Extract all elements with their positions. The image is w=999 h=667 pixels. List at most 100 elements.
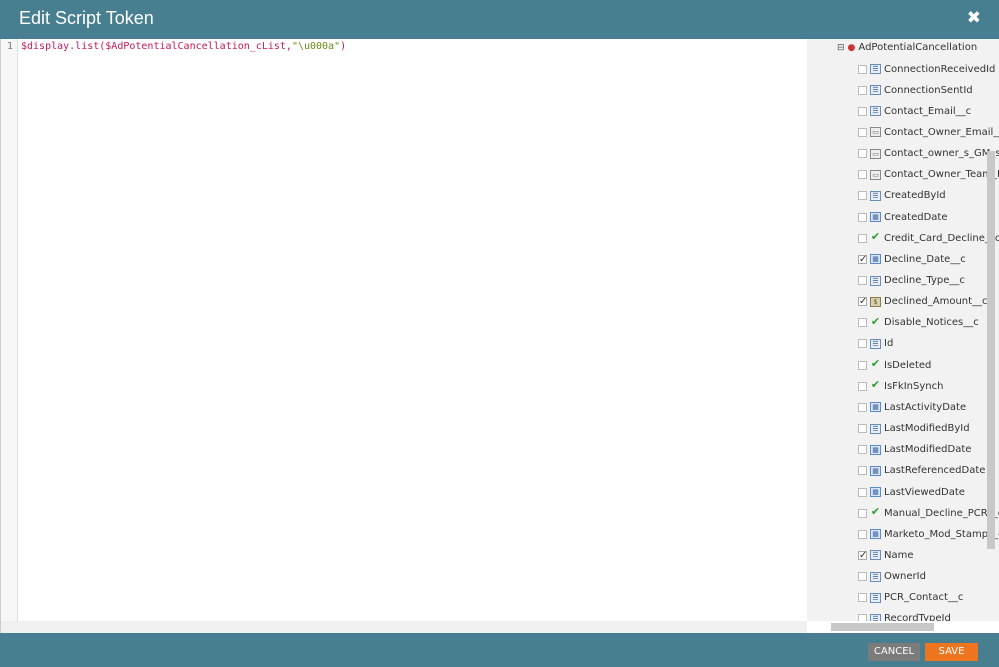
field-label: LastModifiedDate: [884, 444, 972, 456]
field-checkbox[interactable]: [858, 529, 867, 539]
field-item[interactable]: ✓ ▦ Decline_Date__c: [858, 250, 966, 268]
line-gutter: 1: [1, 39, 18, 621]
object-icon: ●: [847, 42, 856, 53]
id-field-icon: ☰: [870, 550, 881, 561]
field-item[interactable]: ☰ PCR_Contact__c: [858, 589, 963, 607]
field-label: ConnectionReceivedId: [884, 63, 996, 75]
date-field-icon: ▦: [870, 465, 881, 476]
field-item[interactable]: ▦ Marketo_Mod_Stamp__c: [858, 525, 999, 543]
bool-field-icon: ✔: [870, 357, 881, 371]
field-tree-panel: ⊟ ● AdPotentialCancellation ☰ ConnectionR…: [807, 39, 999, 633]
field-checkbox[interactable]: [858, 424, 867, 434]
field-label: CreatedDate: [884, 211, 948, 223]
field-checkbox[interactable]: [858, 466, 867, 476]
tree-horizontal-scroll-thumb[interactable]: [831, 623, 934, 631]
field-label: Contact_Owner_Team_L: [884, 169, 999, 181]
field-item[interactable]: ✓ $ Declined_Amount__c: [858, 293, 988, 311]
field-item[interactable]: ☰ ConnectionReceivedId: [858, 60, 995, 78]
currency-field-icon: $: [870, 296, 881, 307]
field-label: Declined_Amount__c: [884, 296, 988, 308]
collapse-icon[interactable]: ⊟: [837, 43, 845, 53]
field-item[interactable]: ✔ Disable_Notices__c: [858, 314, 979, 332]
field-item[interactable]: ✔ IsDeleted: [858, 356, 931, 374]
field-checkbox[interactable]: [858, 276, 867, 285]
field-label: Contact_Email__c: [884, 105, 972, 117]
string-field-icon: ▭: [870, 127, 881, 138]
field-checkbox[interactable]: [858, 508, 867, 518]
field-checkbox[interactable]: [858, 106, 867, 116]
field-item[interactable]: ✓ ☰ Name: [858, 546, 914, 564]
field-checkbox[interactable]: [858, 85, 867, 95]
field-checkbox[interactable]: ✓: [858, 297, 867, 307]
id-field-icon: ☰: [870, 190, 881, 201]
field-checkbox[interactable]: [858, 318, 867, 328]
field-item[interactable]: ▦ LastModifiedDate: [858, 441, 971, 459]
id-field-icon: ☰: [870, 275, 881, 286]
code-string: "\u000a": [291, 41, 341, 52]
field-item[interactable]: ▭ Contact_owner_s_GM_s_: [858, 145, 999, 163]
field-item[interactable]: ☰ Id: [858, 335, 893, 353]
field-item[interactable]: ☰ CreatedById: [858, 187, 946, 205]
date-field-icon: ▦: [870, 529, 881, 540]
field-label: Name: [884, 549, 914, 561]
field-item[interactable]: ☰ OwnerId: [858, 568, 926, 586]
close-icon[interactable]: ✖: [967, 8, 981, 28]
date-field-icon: ▦: [870, 444, 881, 455]
date-field-icon: ▦: [870, 402, 881, 413]
field-checkbox[interactable]: [858, 191, 867, 201]
dialog-footer: CANCEL SAVE: [0, 633, 999, 667]
field-item[interactable]: ☰ ConnectionSentId: [858, 81, 973, 99]
field-checkbox[interactable]: ✓: [858, 550, 867, 560]
field-label: Marketo_Mod_Stamp__c: [884, 528, 999, 540]
id-field-icon: ☰: [870, 64, 881, 74]
field-item[interactable]: ✔ Credit_Card_Decline__c: [858, 229, 999, 247]
field-checkbox[interactable]: [858, 593, 867, 603]
field-item[interactable]: ✔ Manual_Decline_PCR__c: [858, 504, 999, 522]
field-checkbox[interactable]: [858, 64, 867, 74]
field-checkbox[interactable]: [858, 170, 867, 180]
code-suffix: ): [340, 41, 347, 52]
field-checkbox[interactable]: [858, 339, 867, 349]
field-label: Disable_Notices__c: [884, 317, 979, 329]
field-label: Id: [884, 338, 894, 350]
field-item[interactable]: ☰ Decline_Type__c: [858, 272, 965, 290]
date-field-icon: ▦: [870, 212, 881, 223]
bool-field-icon: ✔: [870, 505, 881, 519]
field-item[interactable]: ▦ CreatedDate: [858, 208, 947, 226]
field-checkbox[interactable]: [858, 212, 867, 222]
field-label: Decline_Date__c: [884, 253, 966, 265]
field-label: OwnerId: [884, 571, 926, 583]
string-field-icon: ▭: [870, 148, 881, 159]
field-item[interactable]: ▦ LastViewedDate: [858, 483, 965, 501]
tree-vertical-scroll-thumb[interactable]: [987, 151, 995, 549]
field-item[interactable]: ☰ Contact_Email__c: [858, 102, 971, 120]
field-checkbox[interactable]: [858, 445, 867, 455]
tree-root[interactable]: ⊟ ● AdPotentialCancellation: [837, 42, 977, 53]
cancel-button[interactable]: CANCEL: [868, 643, 920, 661]
field-item[interactable]: ▭ Contact_Owner_Email__: [858, 123, 999, 141]
editor-horizontal-scrollbar[interactable]: [1, 621, 808, 633]
id-field-icon: ☰: [870, 571, 881, 582]
field-item[interactable]: ☰ LastModifiedById: [858, 420, 970, 438]
field-checkbox[interactable]: [858, 127, 867, 137]
code-line[interactable]: $display.list($AdPotentialCancellation_c…: [21, 41, 346, 52]
field-item[interactable]: ▭ Contact_Owner_Team_L: [858, 166, 999, 184]
field-checkbox[interactable]: ✓: [858, 254, 867, 264]
field-checkbox[interactable]: [858, 360, 867, 370]
field-checkbox[interactable]: [858, 487, 867, 497]
field-label: CreatedById: [884, 190, 946, 202]
field-item[interactable]: ▦ LastReferencedDate: [858, 462, 985, 480]
field-checkbox[interactable]: [858, 572, 867, 582]
field-item[interactable]: ✔ IsFkInSynch: [858, 377, 943, 395]
field-checkbox[interactable]: [858, 149, 867, 159]
save-button[interactable]: SAVE: [925, 643, 978, 661]
field-item[interactable]: ▦ LastActivityDate: [858, 398, 966, 416]
field-checkbox[interactable]: [858, 233, 867, 243]
field-checkbox[interactable]: [858, 402, 867, 412]
field-label: Manual_Decline_PCR__c: [884, 507, 999, 519]
tree-root-label: AdPotentialCancellation: [858, 42, 978, 53]
field-label: LastModifiedById: [884, 423, 970, 435]
tree-horizontal-scrollbar[interactable]: [807, 621, 999, 633]
field-checkbox[interactable]: [858, 381, 867, 391]
code-editor[interactable]: 1 $display.list($AdPotentialCancellation…: [0, 39, 808, 633]
